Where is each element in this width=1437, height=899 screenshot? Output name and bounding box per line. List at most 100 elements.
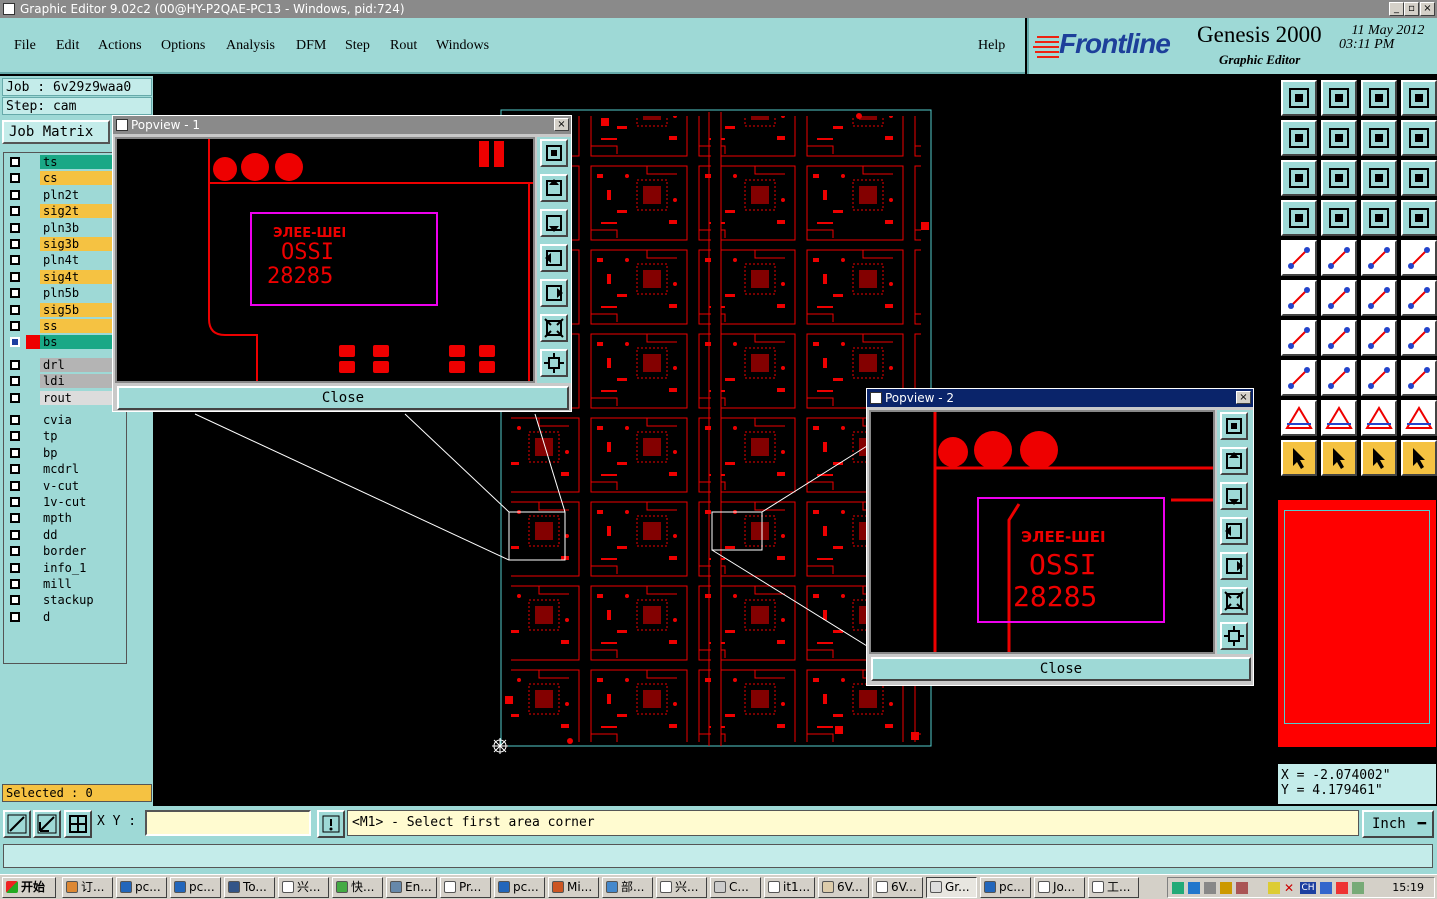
popview-1-close-icon[interactable]: × [554, 118, 569, 131]
outline-icon[interactable] [1401, 400, 1437, 436]
layer-row-pln2t[interactable]: pln2t [6, 187, 126, 202]
tray-app-icon[interactable] [1236, 882, 1248, 894]
triangle-icon[interactable] [1281, 400, 1317, 436]
unit-select[interactable]: Inch ━ [1362, 810, 1434, 838]
popview-2-close-button[interactable]: Close [871, 657, 1251, 681]
taskbar-button[interactable]: En... [386, 877, 437, 898]
layer-checkbox[interactable] [10, 562, 20, 573]
taskbar-button[interactable]: pc... [494, 877, 545, 898]
taskbar-button[interactable]: 兴... [278, 877, 329, 898]
menu-rout[interactable]: Rout [390, 38, 417, 54]
layer-checkbox[interactable] [10, 431, 20, 442]
grid-toggle-icon[interactable] [1321, 200, 1357, 236]
taskbar-button[interactable]: 部... [602, 877, 653, 898]
layer-row-1v-cut[interactable]: 1v-cut [6, 495, 126, 509]
surface-icon[interactable] [1361, 400, 1397, 436]
layer-checkbox[interactable] [10, 529, 20, 540]
taskbar-button[interactable]: Gr... [926, 877, 977, 898]
layer-checkbox[interactable] [10, 337, 20, 348]
line-add-icon[interactable] [1321, 240, 1357, 276]
popview-1-title-bar[interactable]: Popview - 1 × [113, 116, 571, 134]
layer-checkbox[interactable] [10, 447, 20, 458]
layer-checkbox[interactable] [10, 595, 20, 606]
antivirus-icon[interactable] [1336, 882, 1348, 894]
start-button[interactable]: 开始 [2, 877, 56, 898]
layer-checkbox[interactable] [10, 392, 20, 403]
layer-row-pln5b[interactable]: pln5b [6, 286, 126, 301]
zoom-in-icon[interactable] [1220, 622, 1248, 650]
taskbar-button[interactable]: 6V... [872, 877, 923, 898]
layer-checkbox[interactable] [10, 173, 20, 184]
select-net-icon[interactable] [1401, 440, 1437, 476]
layer-checkbox[interactable] [10, 206, 20, 217]
layer-row-dd[interactable]: dd [6, 527, 126, 542]
layer-row-pln4t[interactable]: pln4t [6, 253, 126, 268]
zoom-out-icon[interactable] [540, 314, 568, 342]
layer-checkbox[interactable] [10, 222, 20, 233]
taskbar-button[interactable]: To... [224, 877, 275, 898]
redo-icon[interactable] [1401, 120, 1437, 156]
taskbar-button[interactable]: 兴... [656, 877, 707, 898]
menu-actions[interactable]: Actions [98, 38, 142, 54]
popview-2-title-bar[interactable]: Popview - 2 × [867, 389, 1253, 407]
layer-row-tp[interactable]: tp [6, 429, 126, 444]
security-icon[interactable] [1220, 882, 1232, 894]
cross-icon[interactable] [1321, 280, 1357, 316]
layer-checkbox[interactable] [10, 579, 20, 589]
snap-settings-icon[interactable] [1281, 200, 1317, 236]
layer-row-bp[interactable]: bp [6, 445, 126, 460]
layer-checkbox[interactable] [10, 359, 20, 370]
layer-row-sig5b[interactable]: sig5b [6, 302, 126, 317]
measure-icon[interactable] [33, 810, 61, 838]
select-icon[interactable] [1281, 440, 1317, 476]
ime-icon[interactable] [1320, 882, 1332, 894]
close-window-button[interactable]: × [1420, 2, 1435, 16]
scale-icon[interactable] [1361, 160, 1397, 196]
pan-up-icon[interactable] [1220, 447, 1248, 475]
zoom-fit-icon[interactable] [1220, 412, 1248, 440]
layer-checkbox[interactable] [10, 288, 20, 299]
layer-checkbox[interactable] [10, 321, 20, 331]
move-icon[interactable] [1361, 280, 1397, 316]
zoom-out-icon[interactable] [1220, 587, 1248, 615]
maximize-button[interactable]: ▫ [1404, 2, 1419, 16]
pan-left-icon[interactable] [1220, 517, 1248, 545]
taskbar-button[interactable]: it1... [764, 877, 815, 898]
pan-down-icon[interactable] [540, 209, 568, 237]
text-icon[interactable] [1401, 320, 1437, 356]
layer-checkbox[interactable] [10, 189, 20, 200]
pen-icon[interactable] [1268, 882, 1280, 894]
alert-icon[interactable] [317, 810, 345, 838]
layer-checkbox[interactable] [10, 255, 20, 266]
menu-step[interactable]: Step [345, 38, 370, 54]
taskbar-button[interactable]: Pr... [440, 877, 491, 898]
layer-row-sig2t[interactable]: sig2t [6, 204, 126, 219]
net-icon[interactable] [1281, 280, 1317, 316]
taskbar-button[interactable]: pc... [116, 877, 167, 898]
taskbar-button[interactable]: 6V... [818, 877, 869, 898]
layer-compare-icon[interactable] [1361, 200, 1397, 236]
taskbar-button[interactable]: C... [710, 877, 761, 898]
overview-map[interactable] [1278, 500, 1436, 747]
taskbar-button[interactable]: Jo... [1034, 877, 1085, 898]
menu-help[interactable]: Help [978, 38, 1005, 54]
minimize-button[interactable]: _ [1389, 2, 1404, 16]
job-matrix-button[interactable]: Job Matrix [2, 120, 110, 144]
ruler-icon[interactable] [1361, 240, 1397, 276]
popview-2-view[interactable]: ЭЛЕЕ-ШЕІ OSSI 28285 [869, 410, 1215, 654]
fit-icon[interactable] [1361, 360, 1397, 396]
split-icon[interactable] [1321, 360, 1357, 396]
layer-row-bs[interactable]: bs [6, 335, 126, 350]
layer-row-v-cut[interactable]: v-cut [6, 478, 126, 493]
pad-add-icon[interactable] [1281, 240, 1317, 276]
zoom-in-icon[interactable] [540, 349, 568, 377]
pan-down-icon[interactable] [1220, 482, 1248, 510]
input-language[interactable]: CH [1300, 882, 1316, 894]
layer-row-ldi[interactable]: ldi [6, 374, 126, 389]
menu-windows[interactable]: Windows [436, 38, 489, 54]
taskbar-button[interactable]: pc... [980, 877, 1031, 898]
window-icon[interactable] [1401, 80, 1437, 116]
layer-row-mcdrl[interactable]: mcdrl [6, 462, 126, 477]
layer-row-info_1[interactable]: info_1 [6, 560, 126, 575]
undo-icon[interactable] [1361, 120, 1397, 156]
